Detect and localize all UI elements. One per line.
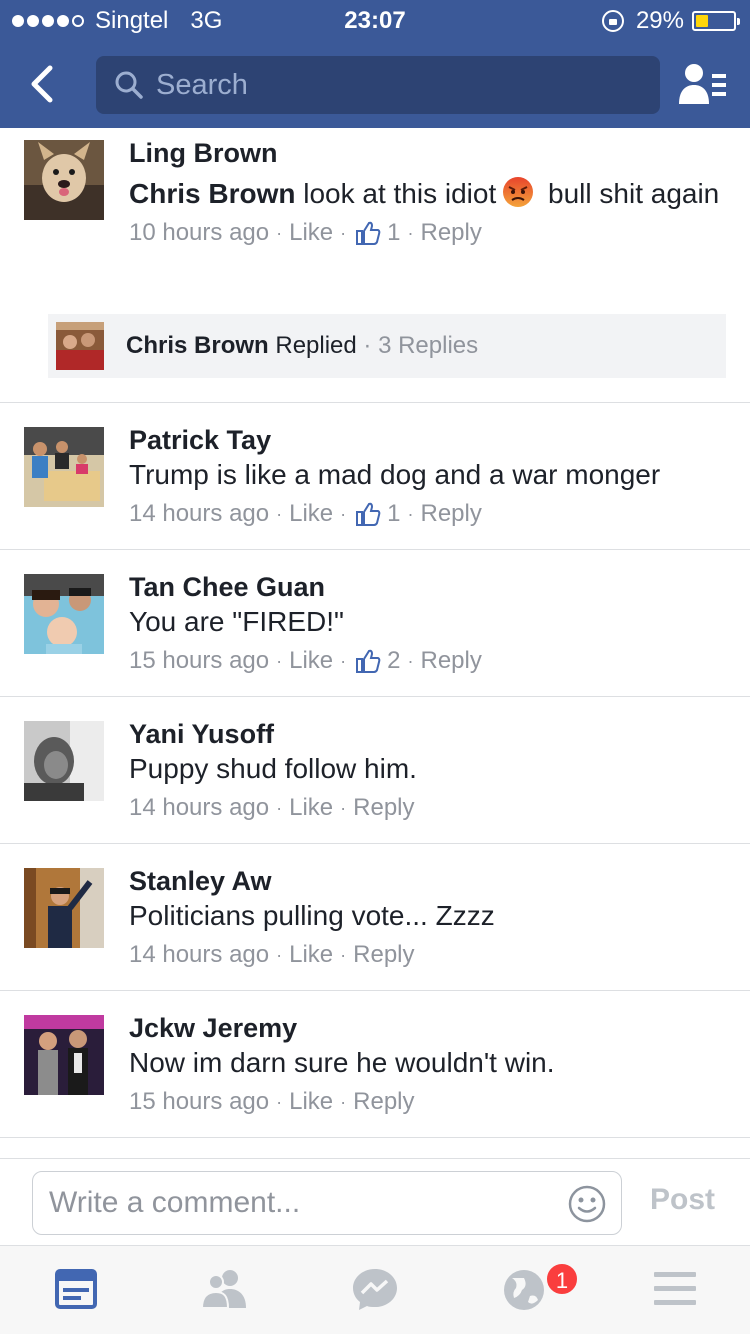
comment-meta: 15 hours ago · Like · 2 · Reply — [129, 644, 720, 678]
comment-meta: 14 hours ago · Like · Reply — [129, 791, 720, 825]
replies-preview[interactable]: Chris Brown Replied · 3 Replies — [48, 314, 726, 378]
comment-time: 15 hours ago — [129, 1088, 270, 1115]
comment-meta: 10 hours ago · Like · 1 · Reply — [129, 216, 720, 250]
comment-body: Tan Chee Guan You are "FIRED!" 15 hours … — [129, 570, 720, 678]
search-icon — [115, 71, 143, 99]
like-count: 1 — [387, 500, 401, 527]
battery-percent: 29% — [635, 7, 684, 34]
thumbs-up-icon — [356, 649, 381, 673]
comments-list[interactable]: Ling Brown Chris Brown look at this idio… — [0, 128, 750, 1158]
avatar[interactable] — [24, 868, 104, 948]
comment-time: 10 hours ago — [129, 219, 270, 246]
comment-text: Now im darn sure he wouldn't win. — [129, 1047, 555, 1078]
comment-text-part: look at this idiot — [295, 178, 497, 209]
friends-list-icon[interactable] — [678, 62, 728, 106]
comment-time: 14 hours ago — [129, 941, 270, 968]
replied-separator: · — [356, 332, 379, 359]
reply-count: 3 Replies — [378, 332, 479, 359]
comment-body: Yani Yusoff Puppy shud follow him. 14 ho… — [129, 717, 720, 825]
comment-time: 14 hours ago — [129, 794, 270, 821]
avatar[interactable] — [24, 427, 104, 507]
comment-author[interactable]: Stanley Aw — [129, 864, 720, 898]
comment-text: Chris Brown look at this idiot bull shit… — [129, 176, 720, 212]
comment-author[interactable]: Ling Brown — [129, 136, 720, 170]
search-input[interactable] — [156, 68, 636, 102]
comment-item: Yani Yusoff Puppy shud follow him. 14 ho… — [0, 697, 750, 844]
reply-button[interactable]: Reply — [421, 497, 482, 531]
comment-meta: 15 hours ago · Like · Reply — [129, 1085, 720, 1119]
avatar[interactable] — [24, 140, 104, 220]
comment-item: Tan Chee Guan You are "FIRED!" 15 hours … — [0, 550, 750, 697]
avatar[interactable] — [24, 1015, 104, 1095]
messenger-icon[interactable] — [350, 1266, 400, 1312]
comment-input[interactable] — [49, 1186, 549, 1220]
comment-time: 14 hours ago — [129, 500, 270, 527]
avatar — [56, 322, 104, 370]
comment-body: Stanley Aw Politicians pulling vote... Z… — [129, 864, 720, 972]
comment-body: Jckw Jeremy Now im darn sure he wouldn't… — [129, 1011, 720, 1119]
friend-requests-icon[interactable] — [200, 1266, 250, 1312]
thumbs-up-icon — [356, 502, 381, 526]
like-button[interactable]: Like — [289, 1085, 333, 1119]
search-bar[interactable] — [96, 56, 660, 114]
replies-summary: Chris Brown Replied · 3 Replies — [126, 332, 478, 360]
comment-body: Ling Brown Chris Brown look at this idio… — [129, 136, 720, 250]
comment-author[interactable]: Yani Yusoff — [129, 717, 720, 751]
smiley-icon[interactable] — [567, 1184, 607, 1224]
comment-text: Trump is like a mad dog and a war monger — [129, 459, 661, 490]
tab-bar: 1 — [0, 1246, 750, 1334]
status-bar: Singtel 3G 23:07 29% — [0, 0, 750, 40]
avatar[interactable] — [24, 574, 104, 654]
replied-label: Replied — [268, 332, 357, 359]
comment-author[interactable]: Patrick Tay — [129, 423, 720, 457]
comment-text: Puppy shud follow him. — [129, 753, 417, 784]
comment-item: Patrick Tay Trump is like a mad dog and … — [0, 403, 750, 550]
like-button[interactable]: Like — [289, 644, 333, 678]
reply-button[interactable]: Reply — [421, 216, 482, 250]
status-right: 29% — [601, 7, 740, 35]
like-button[interactable]: Like — [289, 938, 333, 972]
comment-author[interactable]: Tan Chee Guan — [129, 570, 720, 604]
comment-meta: 14 hours ago · Like · Reply — [129, 938, 720, 972]
thumbs-up-icon — [356, 221, 381, 245]
nav-bar — [0, 40, 750, 128]
comment-meta: 14 hours ago · Like · 1 · Reply — [129, 497, 720, 531]
comment-item: Jckw Jeremy Now im darn sure he wouldn't… — [0, 991, 750, 1138]
comment-text: Politicians pulling vote... Zzzz — [129, 900, 495, 931]
like-button[interactable]: Like — [289, 497, 333, 531]
like-count: 2 — [387, 647, 401, 674]
post-button[interactable]: Post — [650, 1183, 715, 1217]
mention-link[interactable]: Chris Brown — [129, 178, 295, 209]
comment-item: Stanley Aw Politicians pulling vote... Z… — [0, 844, 750, 991]
comment-time: 15 hours ago — [129, 647, 270, 674]
reply-button[interactable]: Reply — [421, 644, 482, 678]
notifications-globe-icon[interactable] — [500, 1266, 550, 1312]
like-button[interactable]: Like — [289, 791, 333, 825]
reply-button[interactable]: Reply — [353, 791, 414, 825]
comment-composer: Post — [0, 1158, 750, 1246]
comment-text-part: bull shit again — [540, 178, 720, 209]
notification-badge: 1 — [545, 1262, 579, 1296]
avatar[interactable] — [24, 721, 104, 801]
comment-item: Ling Brown Chris Brown look at this idio… — [0, 128, 750, 403]
like-count: 1 — [387, 219, 401, 246]
reply-button[interactable]: Reply — [353, 1085, 414, 1119]
comment-text: You are "FIRED!" — [129, 606, 344, 637]
reply-button[interactable]: Reply — [353, 938, 414, 972]
comment-author[interactable]: Jckw Jeremy — [129, 1011, 720, 1045]
comment-body: Patrick Tay Trump is like a mad dog and … — [129, 423, 720, 531]
rotation-lock-icon — [601, 10, 624, 32]
comment-box[interactable] — [32, 1171, 622, 1235]
replier-name: Chris Brown — [126, 332, 269, 359]
menu-icon[interactable] — [650, 1266, 700, 1312]
angry-face-icon — [503, 177, 534, 207]
news-feed-icon[interactable] — [52, 1266, 102, 1312]
battery-icon — [692, 11, 740, 31]
like-button[interactable]: Like — [289, 216, 333, 250]
back-icon[interactable] — [22, 62, 66, 106]
